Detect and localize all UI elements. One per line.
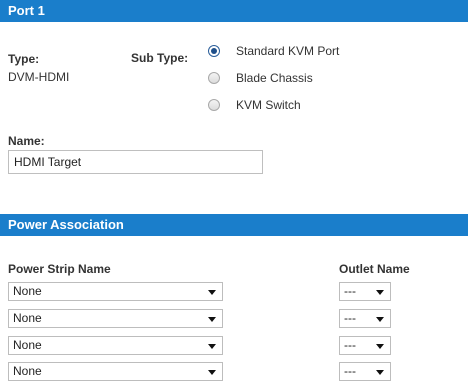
outlet-select-4-value: --- [344, 364, 356, 378]
outlet-select-4[interactable]: --- [339, 362, 391, 381]
power-strip-select-2[interactable]: None [8, 309, 223, 328]
outlet-select-3[interactable]: --- [339, 336, 391, 355]
outlet-name-header: Outlet Name [339, 262, 410, 276]
chevron-down-icon [376, 344, 384, 349]
power-strip-name-header: Power Strip Name [8, 262, 111, 276]
subtype-option-kvm-switch[interactable]: KVM Switch [208, 96, 301, 114]
subtype-option-standard-kvm-port[interactable]: Standard KVM Port [208, 42, 339, 60]
outlet-select-2[interactable]: --- [339, 309, 391, 328]
subtype-label: Sub Type: [131, 51, 189, 65]
outlet-select-2-value: --- [344, 311, 356, 325]
power-section-header: Power Association [0, 214, 468, 236]
outlet-select-1[interactable]: --- [339, 282, 391, 301]
chevron-down-icon [376, 290, 384, 295]
outlet-select-3-value: --- [344, 338, 356, 352]
port-section-title: Port 1 [8, 3, 45, 18]
power-strip-select-4[interactable]: None [8, 362, 223, 381]
power-strip-select-3[interactable]: None [8, 336, 223, 355]
type-value: DVM-HDMI [8, 70, 70, 84]
power-section-title: Power Association [8, 217, 124, 232]
power-strip-select-2-value: None [13, 311, 42, 325]
radio-label-kvm-switch: KVM Switch [236, 98, 301, 112]
chevron-down-icon [208, 290, 216, 295]
subtype-option-blade-chassis[interactable]: Blade Chassis [208, 69, 313, 87]
power-strip-select-4-value: None [13, 364, 42, 378]
chevron-down-icon [208, 370, 216, 375]
power-strip-select-3-value: None [13, 338, 42, 352]
power-strip-select-1-value: None [13, 284, 42, 298]
radio-label-blade-chassis: Blade Chassis [236, 71, 313, 85]
radio-standard-kvm-port[interactable] [208, 45, 220, 57]
name-input[interactable] [8, 150, 263, 174]
port-section-header: Port 1 [0, 0, 468, 22]
chevron-down-icon [208, 317, 216, 322]
outlet-select-1-value: --- [344, 284, 356, 298]
radio-label-standard-kvm-port: Standard KVM Port [236, 44, 340, 58]
chevron-down-icon [208, 344, 216, 349]
name-label: Name: [8, 134, 45, 148]
radio-kvm-switch[interactable] [208, 99, 220, 111]
chevron-down-icon [376, 370, 384, 375]
power-strip-select-1[interactable]: None [8, 282, 223, 301]
type-label: Type: [8, 52, 40, 66]
radio-blade-chassis[interactable] [208, 72, 220, 84]
chevron-down-icon [376, 317, 384, 322]
